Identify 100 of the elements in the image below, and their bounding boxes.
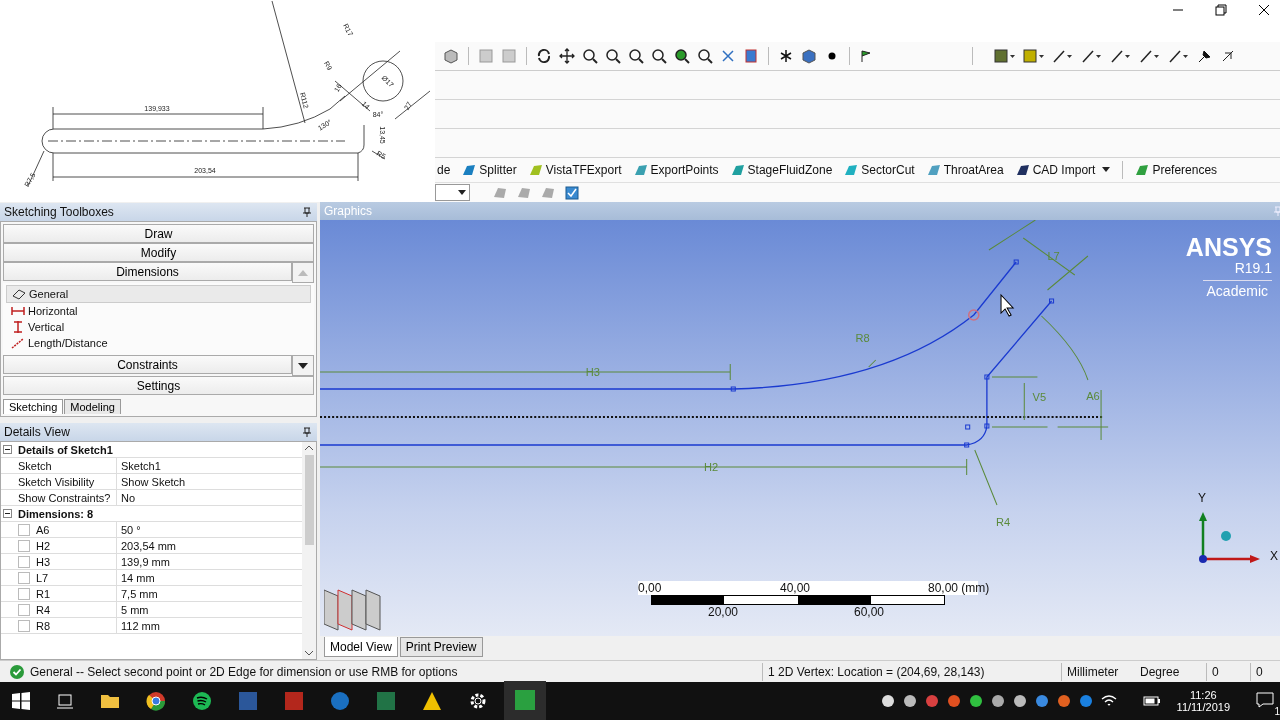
toolbox-section[interactable]: Constraints [3,355,292,374]
task-view-icon[interactable] [56,692,74,710]
line-tool-icon[interactable] [1110,48,1132,64]
ribbon-button[interactable]: Preferences [1133,163,1220,177]
tray-icon[interactable] [880,694,895,708]
settings-icon[interactable] [468,691,488,711]
checkbox[interactable] [18,603,30,616]
browser-icon[interactable] [146,691,166,711]
ribbon-button[interactable]: ThroatArea [924,163,1006,177]
property-name: R1 [36,587,51,600]
music-app-icon[interactable] [192,691,212,711]
checkbox[interactable] [18,555,30,568]
ribbon-button[interactable]: ExportPoints [631,163,721,177]
toolbox-section[interactable]: Dimensions [3,262,292,281]
checkbox[interactable] [18,587,30,600]
ribbon-button[interactable]: de [435,163,453,177]
axes-icon[interactable] [720,48,736,64]
taskbar-clock[interactable]: 11:26 11/11/2019 [1176,689,1230,713]
graphics-canvas[interactable]: H3 R8 L7 V5 A6 H2 R4 ANSYS R19.1 Academic 0,00 40,00 80,00 (mm) 20,00 60,00 Y X [320,220,1280,636]
rotate-icon[interactable] [536,48,552,64]
cube-icon[interactable] [801,48,817,64]
property-name: Show Constraints? [18,491,111,504]
magnifier-icon[interactable] [674,48,690,64]
property-value: 203,54 mm [120,539,177,552]
property-value: 139,9 mm [120,555,170,568]
pdf-app-icon[interactable] [284,691,304,711]
view-tab[interactable]: Model View [324,637,398,657]
tray-icon[interactable] [1012,694,1027,708]
tray-icon[interactable] [902,694,917,708]
checkbox[interactable] [18,523,30,536]
highlight-point [967,309,980,321]
logo-version: R19.1 [1234,260,1272,276]
toolbox-item[interactable]: Vertical [6,319,311,335]
panel-tab[interactable]: Modeling [64,399,121,414]
scrollbar[interactable] [302,442,316,659]
ribbon-button[interactable]: CAD Import [1013,163,1113,177]
asterisk-icon[interactable] [778,48,794,64]
pin-icon[interactable] [303,207,311,217]
property-name: H3 [36,555,51,568]
toolbox-section[interactable]: Draw [3,224,314,243]
magnifier-icon[interactable] [697,48,713,64]
scale-label: 80,00 (mm) [928,581,990,595]
ribbon-button[interactable]: StageFluidZone [728,163,835,177]
collapse-icon[interactable] [2,509,12,518]
wifi-icon[interactable] [1100,694,1117,708]
notification-icon[interactable] [1256,691,1274,708]
move-icon[interactable] [559,48,575,64]
ribbon-button[interactable]: VistaTFExport [526,163,624,177]
toolbox-item[interactable]: Horizontal [6,303,311,319]
line-tool-icon[interactable] [1139,48,1161,64]
dropdown-field[interactable] [435,184,470,201]
toolbox-section[interactable]: Modify [3,243,314,262]
logo-name: ANSYS [1185,234,1272,260]
ribbon-button[interactable]: SectorCut [842,163,917,177]
pin-icon[interactable] [1197,48,1213,64]
cube-icon[interactable] [443,48,459,64]
checkbox[interactable] [18,619,30,632]
folder-icon[interactable] [100,692,120,710]
mail-app-icon[interactable] [330,691,350,711]
magnifier-icon[interactable] [582,48,598,64]
battery-icon[interactable] [1142,695,1161,707]
property-value: 50 ° [120,523,141,536]
spreadsheet-app-icon[interactable] [376,691,396,711]
line-tool-icon[interactable] [1081,48,1103,64]
property-name: L7 [36,571,49,584]
tray-icon[interactable] [990,694,1005,708]
corner-icon[interactable] [1220,48,1236,64]
pin-icon[interactable] [303,427,311,437]
magnifier-icon[interactable] [651,48,667,64]
line-tool-icon[interactable] [1168,48,1190,64]
toolbox-item[interactable]: General [6,285,311,303]
collapse-icon[interactable] [2,445,12,454]
app-tile-icon[interactable] [514,688,536,711]
windows-start-icon[interactable] [12,692,30,710]
checkbox[interactable] [18,571,30,584]
property-value: 14 mm [120,571,155,584]
line-tool-icon[interactable] [1052,48,1074,64]
tool-icon [1135,163,1150,177]
triangle-app-icon[interactable] [422,691,442,711]
checkbox-tool-icon[interactable] [564,184,580,201]
document-app-icon[interactable] [238,691,258,711]
clock-date: 11/11/2019 [1176,701,1230,713]
close-icon[interactable] [1258,4,1270,16]
toolbox-section[interactable]: Settings [3,376,314,395]
tray-icon[interactable] [968,694,983,708]
restore-icon[interactable] [1215,4,1227,16]
tool-icon [633,163,648,177]
grid-icon[interactable] [994,48,1016,64]
checkbox[interactable] [18,539,30,552]
scroll-down-button[interactable] [292,355,314,376]
plane-icon[interactable] [743,48,759,64]
view-tab[interactable]: Print Preview [399,637,483,657]
clock-time: 11:26 [1189,689,1217,701]
panel-tab[interactable]: Sketching [3,399,64,414]
grid-icon[interactable] [1023,48,1045,64]
group-heading: Details of Sketch1 [17,443,113,456]
magnifier-icon[interactable] [605,48,621,64]
magnifier-icon[interactable] [628,48,644,64]
toolbox-item[interactable]: Length/Distance [6,335,311,351]
ribbon-button[interactable]: Splitter [460,163,519,177]
